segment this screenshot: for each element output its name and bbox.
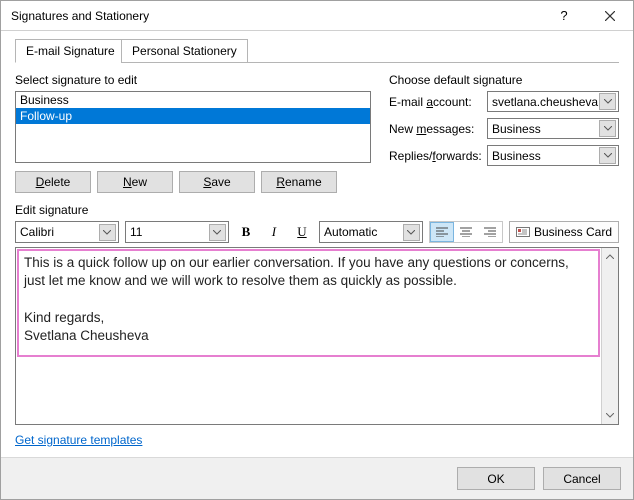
dialog-body: E-mail Signature Personal Stationery Sel… — [1, 31, 633, 457]
business-card-label: Business Card — [534, 225, 612, 239]
email-account-label: E-mail account: — [389, 95, 481, 109]
chevron-down-icon — [209, 224, 226, 241]
signature-item-business[interactable]: Business — [16, 92, 370, 108]
signatures-dialog: Signatures and Stationery ? E-mail Signa… — [0, 0, 634, 500]
tab-label: Personal Stationery — [132, 44, 237, 58]
tab-strip: E-mail Signature Personal Stationery — [15, 39, 619, 63]
editor-line: Kind regards, — [24, 309, 593, 327]
tab-email-signature[interactable]: E-mail Signature — [15, 39, 126, 63]
editor-toolbar: Calibri 11 B I U Automatic — [15, 221, 619, 243]
window-title: Signatures and Stationery — [11, 9, 541, 23]
replies-forwards-label: Replies/forwards: — [389, 149, 481, 163]
editor-scrollbar[interactable] — [601, 248, 618, 424]
email-account-select[interactable]: svetlana.cheusheva — [487, 91, 619, 112]
dialog-footer: OK Cancel — [1, 457, 633, 499]
select-value: Business — [492, 149, 541, 163]
help-button[interactable]: ? — [541, 1, 587, 31]
chevron-down-icon — [99, 224, 116, 241]
font-family-select[interactable]: Calibri — [15, 221, 119, 243]
select-value: Automatic — [324, 225, 377, 239]
get-templates-link[interactable]: Get signature templates — [15, 433, 142, 447]
align-left-button[interactable] — [430, 222, 454, 242]
chevron-down-icon — [403, 224, 420, 241]
ok-button[interactable]: OK — [457, 467, 535, 490]
chevron-down-icon — [599, 93, 616, 110]
bold-button[interactable]: B — [235, 221, 257, 243]
replies-forwards-select[interactable]: Business — [487, 145, 619, 166]
editor-wrap: This is a quick follow up on our earlier… — [15, 247, 619, 425]
italic-button[interactable]: I — [263, 221, 285, 243]
align-group — [429, 221, 503, 243]
align-right-icon — [484, 227, 496, 237]
titlebar: Signatures and Stationery ? — [1, 1, 633, 31]
scroll-up-icon[interactable] — [602, 248, 618, 265]
tab-personal-stationery[interactable]: Personal Stationery — [121, 39, 248, 63]
cancel-button[interactable]: Cancel — [543, 467, 621, 490]
new-button[interactable]: New — [97, 171, 173, 193]
close-button[interactable] — [587, 1, 633, 31]
close-icon — [605, 11, 615, 21]
font-color-select[interactable]: Automatic — [319, 221, 423, 243]
scroll-down-icon[interactable] — [602, 407, 618, 424]
save-button[interactable]: Save — [179, 171, 255, 193]
rename-button[interactable]: Rename — [261, 171, 337, 193]
edit-signature-label: Edit signature — [15, 203, 619, 217]
font-size-select[interactable]: 11 — [125, 221, 229, 243]
business-card-button[interactable]: Business Card — [509, 221, 619, 243]
tab-label: E-mail Signature — [26, 44, 115, 58]
delete-button[interactable]: Delete — [15, 171, 91, 193]
select-signature-label: Select signature to edit — [15, 73, 371, 87]
select-value: Business — [492, 122, 541, 136]
editor-blank — [24, 290, 593, 308]
chevron-down-icon — [599, 147, 616, 164]
editor-line: Svetlana Cheusheva — [24, 327, 593, 345]
new-messages-label: New messages: — [389, 122, 481, 136]
signature-item-followup[interactable]: Follow-up — [16, 108, 370, 124]
business-card-icon — [516, 226, 530, 238]
signature-list[interactable]: Business Follow-up — [15, 91, 371, 163]
align-center-icon — [460, 227, 472, 237]
select-value: 11 — [130, 225, 142, 239]
editor-line: This is a quick follow up on our earlier… — [24, 254, 593, 290]
choose-default-label: Choose default signature — [389, 73, 619, 87]
underline-button[interactable]: U — [291, 221, 313, 243]
align-left-icon — [436, 227, 448, 237]
signature-editor[interactable]: This is a quick follow up on our earlier… — [16, 248, 601, 424]
select-value: svetlana.cheusheva — [492, 95, 598, 109]
align-right-button[interactable] — [478, 222, 502, 242]
align-center-button[interactable] — [454, 222, 478, 242]
new-messages-select[interactable]: Business — [487, 118, 619, 139]
chevron-down-icon — [599, 120, 616, 137]
select-value: Calibri — [20, 225, 54, 239]
